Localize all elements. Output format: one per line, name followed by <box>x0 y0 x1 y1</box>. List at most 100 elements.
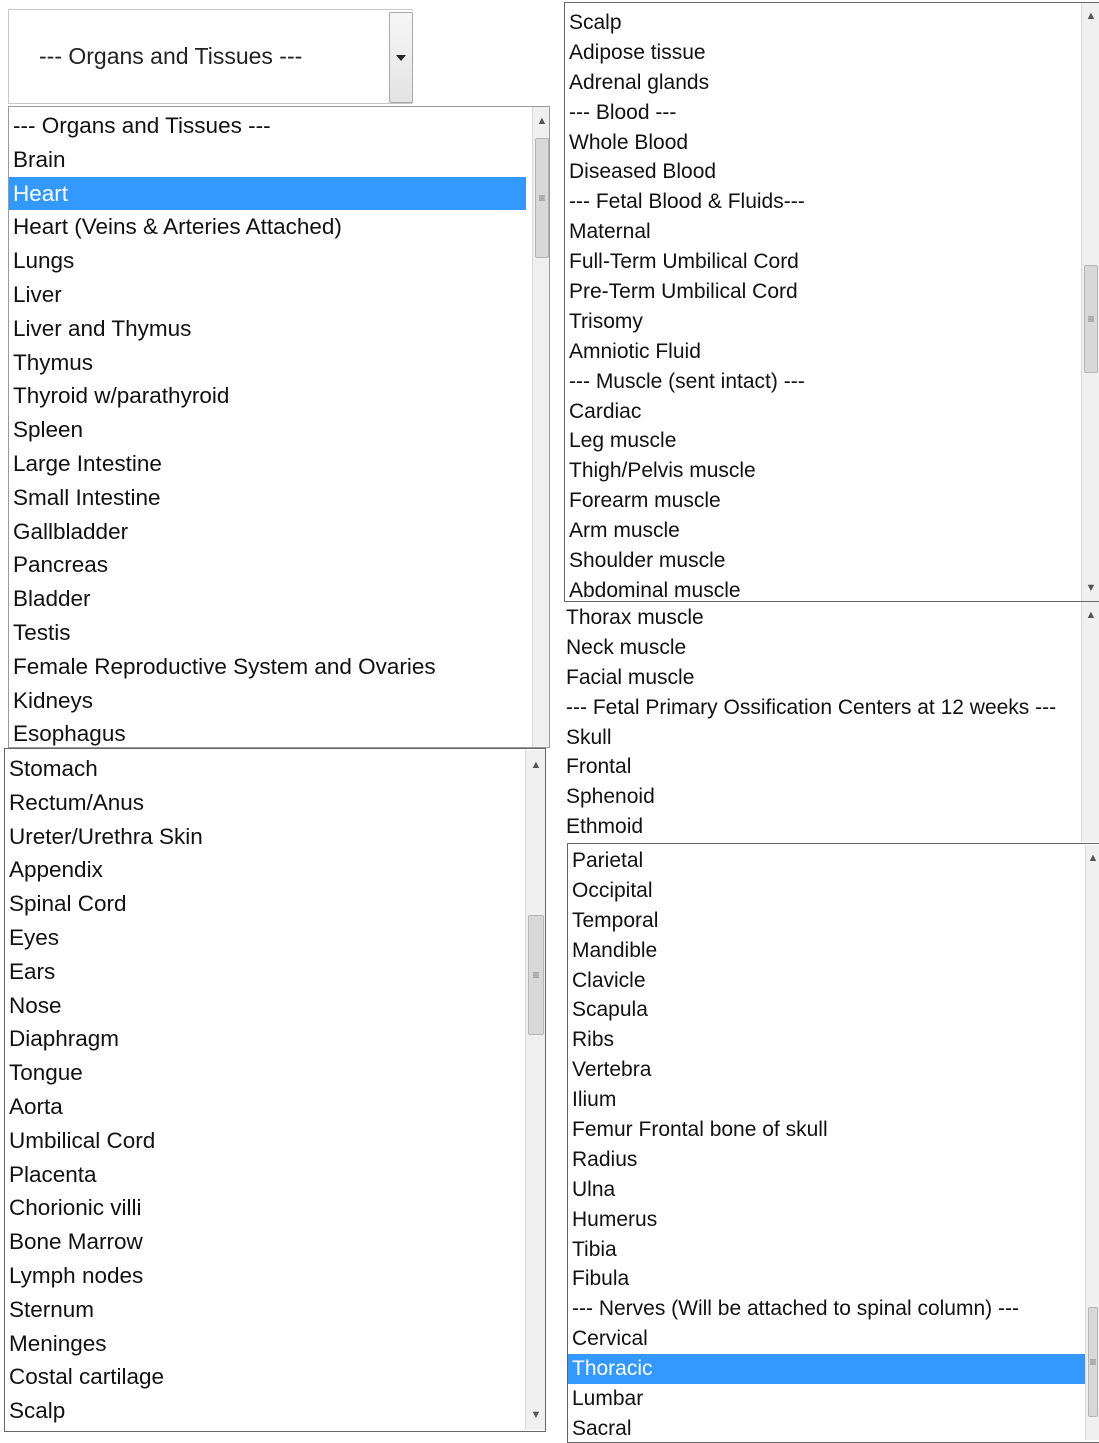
list-item[interactable]: Arm muscle <box>564 516 1079 546</box>
organ-select-dropdown[interactable]: --- Organs and Tissues --- <box>8 9 413 104</box>
list-item[interactable]: Leg muscle <box>564 426 1079 456</box>
list-item[interactable]: Pre-Term Umbilical Cord <box>564 277 1079 307</box>
list-item[interactable]: Shoulder muscle <box>564 546 1079 576</box>
scroll-up-arrow-icon[interactable]: ▲ <box>533 110 550 132</box>
list-item[interactable]: Diaphragm <box>4 1022 522 1056</box>
list-item[interactable]: Cervical <box>567 1324 1085 1354</box>
scrollbar-thumb[interactable]: ≡ <box>528 915 544 1035</box>
list-item[interactable]: Sphenoid <box>561 782 1079 812</box>
list-item[interactable]: Occipital <box>567 876 1085 906</box>
list-item[interactable]: Adipose tissue <box>564 38 1079 68</box>
list-item[interactable]: Scalp <box>4 1394 522 1428</box>
list-item[interactable]: Ureter/Urethra Skin <box>4 820 522 854</box>
list-item[interactable]: Temporal <box>567 906 1085 936</box>
list-item[interactable]: Brain <box>8 143 526 177</box>
list-item[interactable]: Mandible <box>567 936 1085 966</box>
list-item[interactable]: Aorta <box>4 1090 522 1124</box>
list-item[interactable]: Tibia <box>567 1235 1085 1265</box>
organ-list-bottom-right[interactable]: Parietal Occipital Temporal Mandible Clavicl… <box>567 845 1099 1440</box>
list-item-selected[interactable]: Heart <box>8 176 526 211</box>
list-item[interactable]: Forearm muscle <box>564 486 1079 516</box>
scroll-up-arrow-icon[interactable]: ▲ <box>1086 847 1099 869</box>
vertical-scrollbar[interactable]: ▲ ≡ <box>1085 845 1099 1440</box>
list-item[interactable]: Appendix <box>4 853 522 887</box>
list-item[interactable]: Humerus <box>567 1205 1085 1235</box>
list-item[interactable]: Bone Marrow <box>4 1225 522 1259</box>
list-item[interactable]: Large Intestine <box>8 447 526 481</box>
list-item[interactable]: Radius <box>567 1145 1085 1175</box>
organ-list-bottom-left[interactable]: Stomach Rectum/Anus Ureter/Urethra Skin App… <box>4 750 546 1430</box>
list-item[interactable]: Eyes <box>4 921 522 955</box>
scroll-up-arrow-icon[interactable]: ▲ <box>1082 604 1099 626</box>
list-item-selected[interactable]: Thoracic <box>567 1354 1085 1385</box>
list-item[interactable]: Maternal <box>564 217 1079 247</box>
list-item[interactable]: Kidneys <box>8 684 526 718</box>
list-item[interactable]: Vertebra <box>567 1055 1085 1085</box>
list-item[interactable]: Tongue <box>4 1056 522 1090</box>
list-item[interactable]: Femur Frontal bone of skull <box>567 1115 1085 1145</box>
vertical-scrollbar[interactable]: ▲ ≡ ▼ <box>525 750 546 1430</box>
list-item[interactable]: Gallbladder <box>8 515 526 549</box>
list-item[interactable]: --- Muscle (sent intact) --- <box>564 367 1079 397</box>
scroll-down-arrow-icon[interactable]: ▼ <box>526 1404 546 1426</box>
list-item[interactable]: Whole Blood <box>564 128 1079 158</box>
list-item[interactable]: Ilium <box>567 1085 1085 1115</box>
organ-list-middle-right[interactable]: Thorax muscle Neck muscle Facial muscle ---… <box>561 602 1099 842</box>
list-item[interactable]: Adrenal glands <box>564 68 1079 98</box>
list-item[interactable]: Thigh/Pelvis muscle <box>564 456 1079 486</box>
list-item[interactable]: Small Intestine <box>8 481 526 515</box>
vertical-scrollbar[interactable]: ▲ ≡ <box>532 106 550 748</box>
list-item[interactable]: --- Organs and Tissues --- <box>8 109 526 143</box>
list-item[interactable]: Placenta <box>4 1158 522 1192</box>
list-item[interactable]: Thorax muscle <box>561 603 1079 633</box>
scrollbar-thumb[interactable]: ≡ <box>535 138 549 258</box>
list-item[interactable]: Esophagus <box>8 717 526 748</box>
scrollbar-thumb[interactable]: ≡ <box>1088 1307 1098 1417</box>
list-item[interactable]: Parietal <box>567 846 1085 876</box>
list-item[interactable]: Scapula <box>567 995 1085 1025</box>
list-item[interactable]: --- Blood --- <box>564 98 1079 128</box>
list-item[interactable]: Meninges <box>4 1327 522 1361</box>
list-item[interactable]: Liver and Thymus <box>8 312 526 346</box>
list-item[interactable]: Thymus <box>8 346 526 380</box>
list-item[interactable]: Liver <box>8 278 526 312</box>
organ-list-top-right[interactable]: Scalp Adipose tissue Adrenal glands --- Blo… <box>564 3 1099 601</box>
list-item[interactable]: Nose <box>4 989 522 1023</box>
list-item[interactable]: Female Reproductive System and Ovaries <box>8 650 526 684</box>
list-item[interactable]: Heart (Veins & Arteries Attached) <box>8 210 526 244</box>
list-item[interactable]: Lungs <box>8 244 526 278</box>
list-item[interactable]: Amniotic Fluid <box>564 337 1079 367</box>
list-item[interactable]: Rectum/Anus <box>4 786 522 820</box>
list-item[interactable]: Fibula <box>567 1264 1085 1294</box>
list-item[interactable]: Ears <box>4 955 522 989</box>
list-item[interactable]: Clavicle <box>567 966 1085 996</box>
dropdown-toggle-button[interactable] <box>389 12 413 103</box>
list-item[interactable]: Skull <box>561 723 1079 753</box>
list-item[interactable]: Umbilical Cord <box>4 1124 522 1158</box>
list-item[interactable]: Spleen <box>8 413 526 447</box>
organ-list-top-left[interactable]: --- Organs and Tissues --- Brain Heart Hear… <box>8 106 550 748</box>
list-item[interactable]: --- Fetal Blood & Fluids--- <box>564 187 1079 217</box>
list-item[interactable]: Thyroid w/parathyroid <box>8 379 526 413</box>
list-item[interactable]: Ribs <box>567 1025 1085 1055</box>
list-item[interactable]: Chorionic villi <box>4 1191 522 1225</box>
list-item[interactable]: Costal cartilage <box>4 1360 522 1394</box>
list-item[interactable]: Spinal Cord <box>4 887 522 921</box>
scroll-up-arrow-icon[interactable]: ▲ <box>526 754 546 776</box>
list-item[interactable]: Full-Term Umbilical Cord <box>564 247 1079 277</box>
scroll-up-arrow-icon[interactable]: ▲ <box>1082 5 1099 27</box>
list-item[interactable]: Diseased Blood <box>564 157 1079 187</box>
list-item[interactable]: Facial muscle <box>561 663 1079 693</box>
list-item[interactable]: Ulna <box>567 1175 1085 1205</box>
list-item[interactable]: Neck muscle <box>561 633 1079 663</box>
list-item[interactable]: Sternum <box>4 1293 522 1327</box>
list-item[interactable]: --- Fetal Primary Ossification Centers a… <box>561 693 1079 723</box>
list-item[interactable]: Scalp <box>564 8 1079 38</box>
list-item[interactable]: Testis <box>8 616 526 650</box>
list-item[interactable]: Lymph nodes <box>4 1259 522 1293</box>
list-item[interactable]: Abdominal muscle <box>564 576 1079 601</box>
list-item[interactable]: Trisomy <box>564 307 1079 337</box>
list-item[interactable]: Lumbar <box>567 1384 1085 1414</box>
vertical-scrollbar[interactable]: ▲ ≡ ▼ <box>1081 3 1099 601</box>
scroll-down-arrow-icon[interactable]: ▼ <box>1082 577 1099 599</box>
